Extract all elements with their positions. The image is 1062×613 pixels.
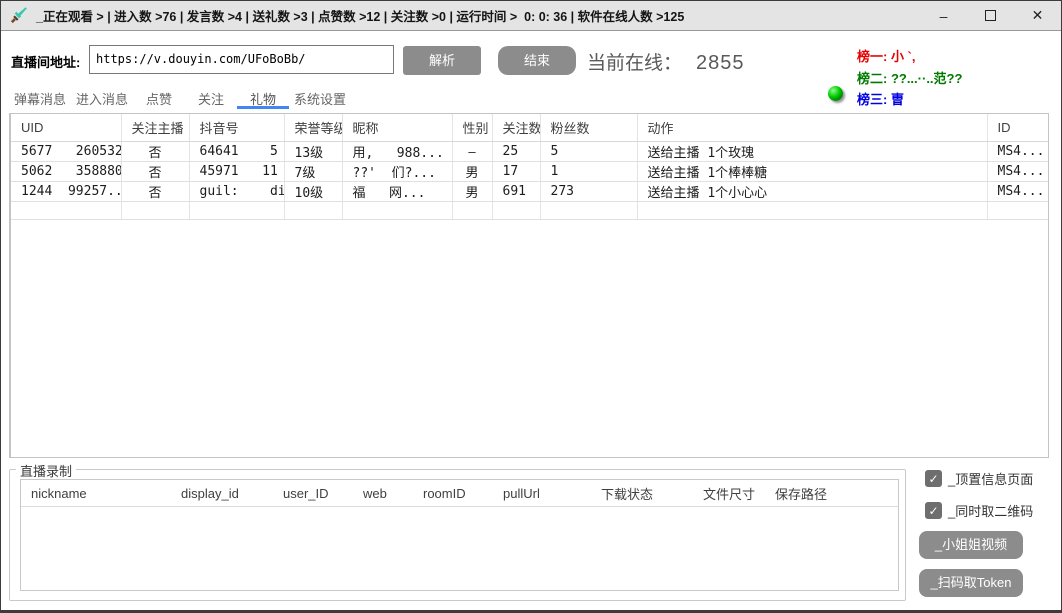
pin-info-checkbox-row: ✓ _顶置信息页面 <box>925 469 1033 488</box>
cell-honor-level: 10级 <box>284 181 342 201</box>
current-online: 当前在线： 2855 <box>587 48 745 75</box>
col-download-status: 下载状态 <box>591 484 693 503</box>
record-table-header-row: nickname display_id user_ID web roomID p… <box>21 480 898 507</box>
cell-follows-host: 否 <box>121 181 189 201</box>
minimize-icon: – <box>940 8 948 24</box>
cell-nickname: ??' 们?... <box>342 161 452 181</box>
col-file-size: 文件尺寸 <box>693 484 765 503</box>
rank-1: 榜一: 小 `, <box>857 46 916 65</box>
cell-action: 送给主播 1个玫瑰 <box>637 141 987 161</box>
col-honor-level: 荣誉等级 <box>284 114 342 141</box>
cell-uid: 5062 3588808 <box>11 161 121 181</box>
cell-douyin-id: 45971 11 <box>189 161 284 181</box>
cell-fan-count: 5 <box>540 141 637 161</box>
cell-gender: – <box>452 141 492 161</box>
checkmark-icon: ✓ <box>928 504 938 518</box>
cell-douyin-id: 64641 5 <box>189 141 284 161</box>
cell-follows-host: 否 <box>121 161 189 181</box>
col-fan-count: 粉丝数 <box>540 114 637 141</box>
rank-2: 榜二: ??...··..范?? <box>857 68 962 87</box>
table-row[interactable]: 5062 3588808 否 45971 11 7级 ??' 们?... 男 1… <box>11 161 1049 181</box>
pin-info-label: _顶置信息页面 <box>948 469 1033 488</box>
window-title: _正在观看 > | 进入数 >76 | 发言数 >4 | 送礼数 >3 | 点赞… <box>36 6 684 25</box>
cell-fan-count: 1 <box>540 161 637 181</box>
pin-info-checkbox[interactable]: ✓ <box>925 470 942 487</box>
current-online-count: 2855 <box>696 52 745 74</box>
col-display-id: display_id <box>171 486 273 501</box>
current-online-label: 当前在线： <box>587 53 682 74</box>
cell-honor-level: 7级 <box>284 161 342 181</box>
col-follow-count: 关注数 <box>492 114 540 141</box>
maximize-icon <box>985 10 996 21</box>
cell-uid: 1244 99257... <box>11 181 121 201</box>
col-nickname: nickname <box>21 486 171 501</box>
tab-follows[interactable]: 关注 <box>185 87 237 109</box>
cell-nickname: 福 网... <box>342 181 452 201</box>
cell-action: 送给主播 1个小心心 <box>637 181 987 201</box>
col-douyin-id: 抖音号 <box>189 114 284 141</box>
app-window: _正在观看 > | 进入数 >76 | 发言数 >4 | 送礼数 >3 | 点赞… <box>0 0 1062 613</box>
cell-action: 送给主播 1个棒棒糖 <box>637 161 987 181</box>
col-pull-url: pullUrl <box>493 486 591 501</box>
parse-button[interactable]: 解析 <box>403 46 481 75</box>
maximize-button[interactable] <box>967 1 1014 30</box>
qrcode-label: _同时取二维码 <box>948 501 1033 520</box>
cell-id: MS4... <box>987 161 1049 181</box>
col-user-id: user_ID <box>273 486 353 501</box>
diamond-sword-app-icon <box>9 6 28 25</box>
tab-gifts[interactable]: 礼物 <box>237 87 289 109</box>
cell-gender: 男 <box>452 161 492 181</box>
tab-danmu-messages[interactable]: 弹幕消息 <box>9 87 71 109</box>
rank-3: 榜三: 曺 <box>857 89 904 108</box>
tab-bar: 弹幕消息 进入消息 点赞 关注 礼物 系统设置 <box>9 87 351 109</box>
cell-nickname: 用, 988... <box>342 141 452 161</box>
tab-enter-messages[interactable]: 进入消息 <box>71 87 133 109</box>
window-controls: – ✕ <box>920 1 1061 30</box>
live-record-title: 直播录制 <box>16 461 76 480</box>
col-nickname: 昵称 <box>342 114 452 141</box>
end-button[interactable]: 结束 <box>498 46 576 75</box>
close-icon: ✕ <box>1032 7 1044 24</box>
cell-follow-count: 691 <box>492 181 540 201</box>
col-action: 动作 <box>637 114 987 141</box>
col-room-id: roomID <box>413 486 493 501</box>
cell-id: MS4... <box>987 141 1049 161</box>
gift-table-header-row: UID 关注主播 抖音号 荣誉等级 昵称 性别 关注数 粉丝数 动作 ID <box>11 114 1049 141</box>
live-record-group: 直播录制 nickname display_id user_ID web roo… <box>9 469 906 601</box>
cell-douyin-id: guil: di <box>189 181 284 201</box>
girl-video-button[interactable]: _小姐姐视频 <box>919 531 1023 559</box>
col-follows-host: 关注主播 <box>121 114 189 141</box>
cell-gender: 男 <box>452 181 492 201</box>
qrcode-checkbox-row: ✓ _同时取二维码 <box>925 501 1033 520</box>
col-web: web <box>353 486 413 501</box>
col-gender: 性别 <box>452 114 492 141</box>
col-save-path: 保存路径 <box>765 484 827 503</box>
cell-id: MS4... <box>987 181 1049 201</box>
cell-follow-count: 17 <box>492 161 540 181</box>
green-ball-icon <box>828 86 843 101</box>
cell-honor-level: 13级 <box>284 141 342 161</box>
record-table: nickname display_id user_ID web roomID p… <box>20 479 899 591</box>
checkmark-icon: ✓ <box>928 472 938 486</box>
scan-token-button[interactable]: _扫码取Token <box>919 569 1023 597</box>
close-button[interactable]: ✕ <box>1014 1 1061 30</box>
stream-address-label: 直播间地址: <box>11 52 80 71</box>
cell-uid: 5677 2605325 <box>11 141 121 161</box>
table-row[interactable]: 1244 99257... 否 guil: di 10级 福 网... 男 69… <box>11 181 1049 201</box>
title-bar: _正在观看 > | 进入数 >76 | 发言数 >4 | 送礼数 >3 | 点赞… <box>1 1 1061 31</box>
gift-table: UID 关注主播 抖音号 荣誉等级 昵称 性别 关注数 粉丝数 动作 ID 56… <box>9 113 1049 458</box>
col-id: ID <box>987 114 1049 141</box>
stream-address-input[interactable]: https://v.douyin.com/UFoBoBb/ <box>89 45 394 74</box>
cell-fan-count: 273 <box>540 181 637 201</box>
tab-likes[interactable]: 点赞 <box>133 87 185 109</box>
tab-system-settings[interactable]: 系统设置 <box>289 87 351 109</box>
minimize-button[interactable]: – <box>920 1 967 30</box>
cell-follow-count: 25 <box>492 141 540 161</box>
cell-follows-host: 否 <box>121 141 189 161</box>
qrcode-checkbox[interactable]: ✓ <box>925 502 942 519</box>
table-row-empty <box>11 201 1049 219</box>
table-row[interactable]: 5677 2605325 否 64641 5 13级 用, 988... – 2… <box>11 141 1049 161</box>
col-uid: UID <box>11 114 121 141</box>
